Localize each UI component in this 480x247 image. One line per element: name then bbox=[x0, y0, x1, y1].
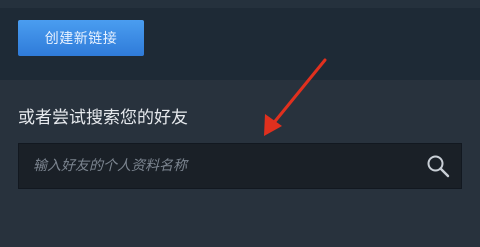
top-panel: 创建新链接 bbox=[0, 0, 480, 80]
search-icon[interactable] bbox=[425, 153, 451, 179]
friend-search-input[interactable] bbox=[33, 144, 413, 188]
create-new-link-button[interactable]: 创建新链接 bbox=[18, 20, 144, 56]
search-friends-heading: 或者尝试搜索您的好友 bbox=[18, 108, 188, 128]
search-box bbox=[18, 143, 462, 189]
top-divider bbox=[0, 0, 480, 8]
